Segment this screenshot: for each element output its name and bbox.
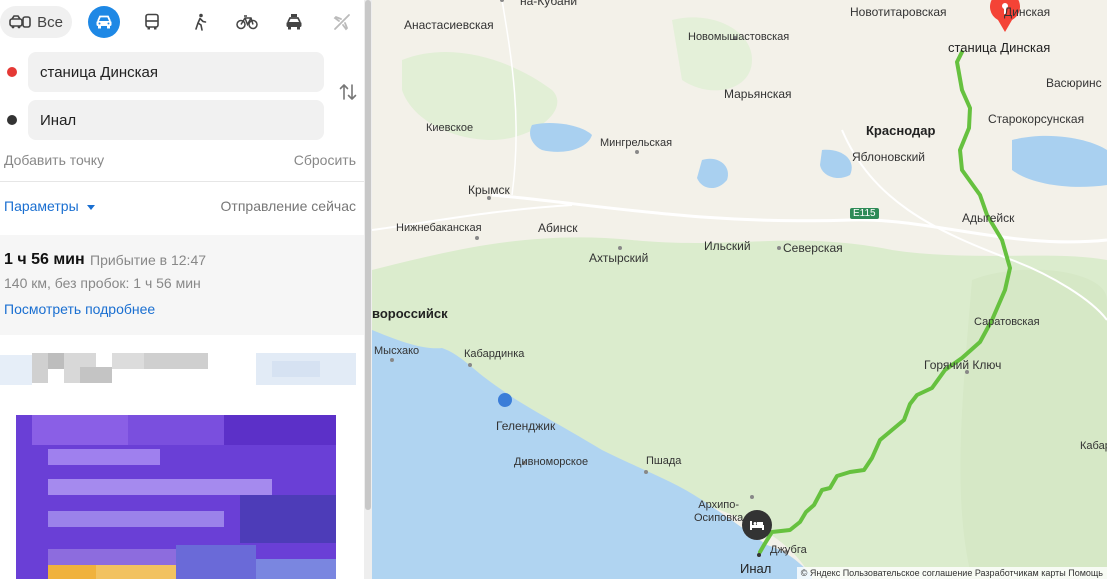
mode-taxi-button[interactable] — [278, 6, 310, 38]
route-arrival: Прибытие в 12:47 — [90, 252, 207, 268]
walk-icon — [193, 13, 207, 31]
place-label: Ахтырский — [589, 251, 649, 265]
route-panel: Все станица Динская Инал Добавить точку … — [0, 0, 364, 579]
end-point-dot — [7, 115, 17, 125]
from-value: станица Динская — [40, 63, 158, 81]
multimodal-icon — [9, 14, 31, 30]
place-label: Горячий Ключ — [924, 358, 1002, 372]
mode-plane-button[interactable] — [326, 6, 358, 38]
place-label: станица Динская — [948, 40, 1051, 55]
place-label: Анастасиевская — [404, 18, 494, 32]
mode-all-label: Все — [37, 13, 63, 31]
map-view[interactable]: на-Кубани Анастасиевская Новотитаровская… — [372, 0, 1107, 579]
mode-all-button[interactable]: Все — [0, 6, 72, 38]
place-label: Кабардинка — [464, 348, 525, 360]
place-label: Новотитаровская — [850, 5, 947, 19]
route-summary[interactable]: 1 ч 56 мин Прибытие в 12:47 140 км, без … — [0, 235, 364, 335]
add-point-button[interactable]: Добавить точку — [4, 152, 104, 168]
place-label: Архипо- Осиповка — [694, 499, 744, 524]
swap-points-icon[interactable] — [338, 82, 358, 102]
place-label: Киевское — [426, 122, 474, 134]
taxi-icon — [285, 13, 303, 31]
hotel-marker-icon[interactable] — [742, 510, 772, 540]
place-label: Дивноморское — [514, 456, 589, 468]
place-label: Мысхако — [374, 345, 420, 357]
place-label: на-Кубани — [520, 0, 578, 8]
place-label: вороссийск — [372, 306, 448, 321]
place-label: Нижнебаканская — [396, 222, 482, 234]
place-label: Геленджик — [496, 419, 556, 433]
mode-walk-button[interactable] — [184, 6, 216, 38]
place-label: Инал — [740, 561, 772, 576]
bus-icon — [144, 13, 160, 31]
reset-button[interactable]: Сбросить — [294, 152, 356, 168]
place-label: Марьянская — [724, 87, 792, 101]
scrollbar-thumb[interactable] — [365, 0, 371, 510]
place-label: Абинск — [538, 221, 578, 235]
place-label: Динская — [1004, 5, 1051, 19]
panel-scrollbar[interactable] — [364, 0, 372, 579]
from-field[interactable]: станица Динская — [28, 52, 324, 92]
caret-down-icon — [86, 204, 95, 210]
route-details-link[interactable]: Посмотреть подробнее — [4, 301, 155, 317]
place-label: Васюринс — [1046, 76, 1102, 90]
mode-car-button[interactable] — [88, 6, 120, 38]
place-label: Адыгейск — [962, 211, 1015, 225]
params-label: Параметры — [4, 198, 79, 214]
transport-modes: Все — [0, 0, 364, 44]
departure-selector[interactable]: Отправление сейчас — [221, 198, 356, 214]
place-label: Пшада — [646, 455, 682, 467]
route-distance: 140 км, без пробок: 1 ч 56 мин — [4, 275, 201, 291]
divider — [0, 181, 364, 182]
plane-icon — [333, 13, 351, 31]
to-field[interactable]: Инал — [28, 100, 324, 140]
mode-bus-button[interactable] — [136, 6, 168, 38]
advertisement-blurred[interactable] — [0, 345, 364, 579]
mode-bike-button[interactable] — [230, 6, 264, 38]
place-label: Старокорсунская — [988, 112, 1085, 126]
place-label: Крымск — [468, 183, 510, 197]
place-label: Новомышастовская — [688, 31, 790, 43]
airport-icon — [498, 393, 512, 407]
place-label: Саратовская — [974, 316, 1040, 328]
params-dropdown[interactable]: Параметры — [4, 198, 95, 214]
place-label: Кабар — [1080, 440, 1107, 452]
map-copyright[interactable]: © Яндекс Пользовательское соглашение Раз… — [796, 567, 1107, 579]
place-label: Мингрельская — [600, 137, 673, 149]
to-value: Инал — [40, 111, 77, 129]
place-label: Северская — [783, 241, 843, 255]
route-duration: 1 ч 56 мин — [4, 251, 85, 268]
bike-icon — [236, 14, 258, 30]
car-icon — [95, 14, 113, 30]
start-point-dot — [7, 67, 17, 77]
place-label: Джубга — [770, 544, 807, 556]
road-badge: E115 — [850, 208, 879, 219]
place-label: Краснодар — [866, 123, 936, 138]
place-label: Яблоновский — [852, 150, 926, 164]
place-label: Ильский — [704, 239, 751, 253]
